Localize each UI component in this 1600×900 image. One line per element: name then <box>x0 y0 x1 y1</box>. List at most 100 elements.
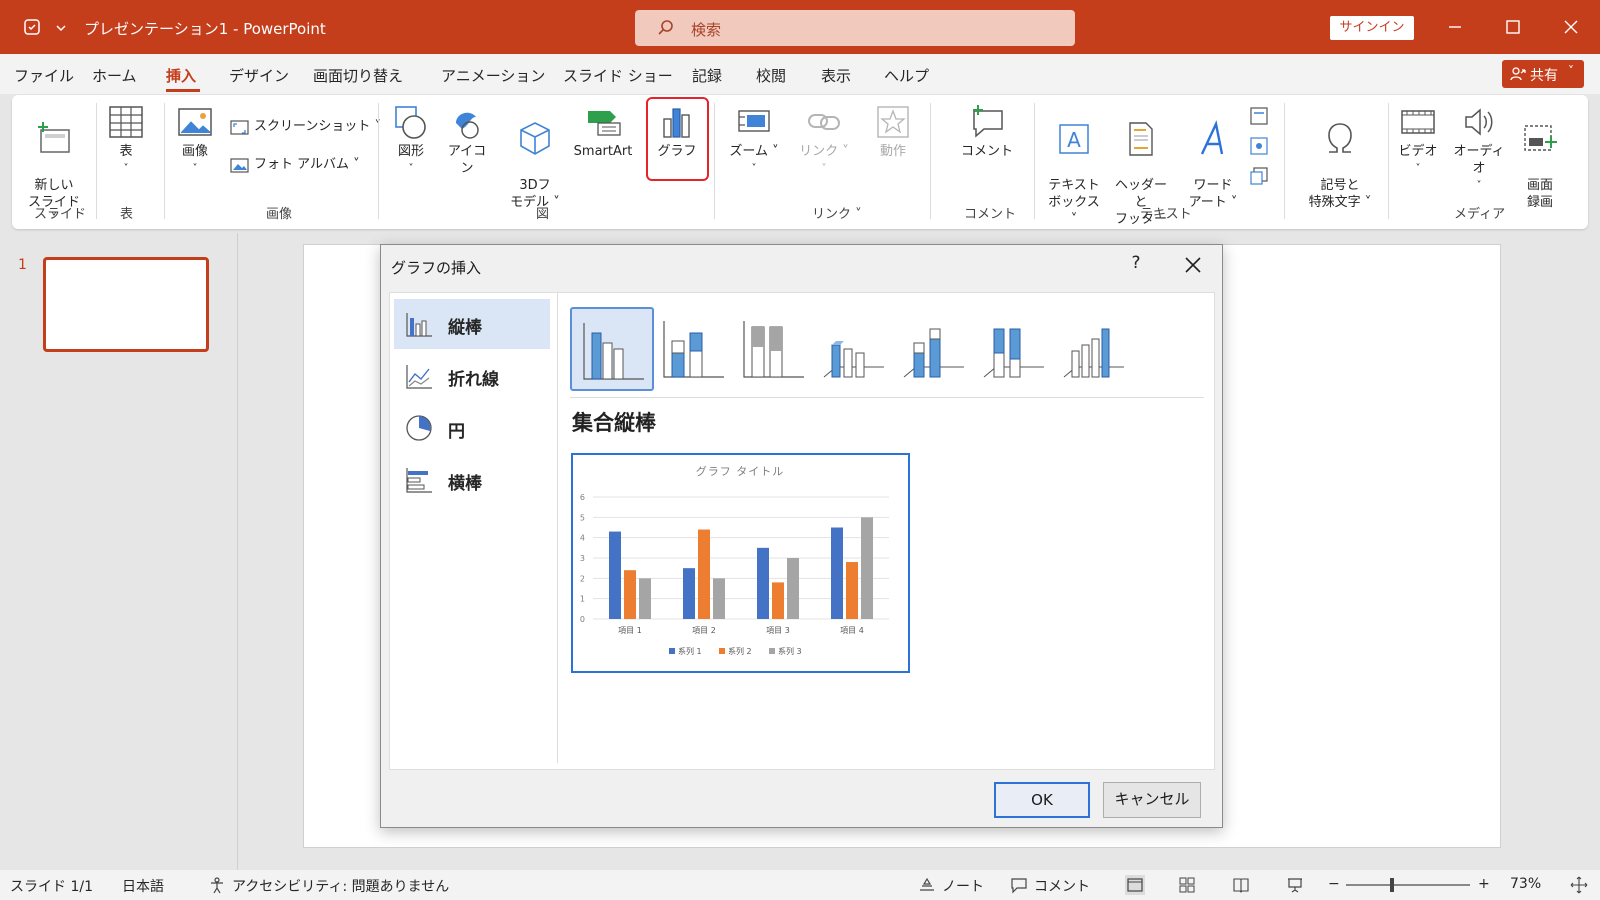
link-icon <box>808 114 840 130</box>
autosave-icon[interactable] <box>22 17 42 37</box>
tab-design[interactable]: デザイン <box>229 65 289 86</box>
fit-to-window-icon[interactable] <box>1570 876 1588 894</box>
zoom-button[interactable]: ズーム ˅ ˅ <box>724 103 784 177</box>
video-icon <box>1401 110 1435 134</box>
screen-recording-icon <box>1524 125 1557 151</box>
3d-models-button[interactable]: 3Dフ モデル ˅ <box>508 103 562 211</box>
close-window-icon[interactable] <box>1558 14 1584 40</box>
table-button[interactable]: 表 ˅ <box>104 103 148 177</box>
x-tick-label: 項目 2 <box>692 626 716 635</box>
line-chart-icon <box>406 365 432 389</box>
tab-record[interactable]: 記録 <box>692 65 722 86</box>
shapes-chevron-icon: ˅ <box>408 163 414 174</box>
category-column[interactable]: 縦棒 <box>394 299 550 349</box>
bar <box>787 558 799 619</box>
category-pie[interactable]: 円 <box>394 403 550 453</box>
photo-album-label: フォト アルバム ˅ <box>254 157 360 172</box>
signin-button[interactable]: サインイン <box>1330 16 1414 40</box>
tab-transitions[interactable]: 画面切り替え <box>313 65 403 86</box>
subtype-clustered-column[interactable] <box>570 307 654 391</box>
video-button[interactable]: ビデオ ˅ <box>1396 103 1440 177</box>
subtype-100-stacked-column[interactable] <box>732 307 816 391</box>
subtype-3d-clustered-column[interactable] <box>812 307 896 391</box>
subtype-stacked-column[interactable] <box>652 307 736 391</box>
date-time-icon[interactable] <box>1248 105 1270 127</box>
slide-indicator: スライド 1/1 <box>10 879 93 895</box>
chart-subtype-strip <box>570 293 1204 398</box>
accessibility-status[interactable]: アクセシビリティ: 問題ありません <box>232 876 449 896</box>
tab-review[interactable]: 校閲 <box>756 65 786 86</box>
link-button[interactable]: リンク ˅ ˅ <box>798 103 850 177</box>
smartart-button[interactable]: SmartArt <box>568 103 638 160</box>
screenshot-button[interactable]: スクリーンショット ˅ <box>230 115 381 136</box>
photo-album-button[interactable]: フォト アルバム ˅ <box>230 153 360 174</box>
smartart-label: SmartArt <box>573 144 633 159</box>
group-label-illustrations: 図 <box>536 207 550 222</box>
action-button[interactable]: 動作 <box>870 103 916 160</box>
slide-number-icon[interactable] <box>1248 135 1270 157</box>
screen-recording-button[interactable]: 画面 録画 <box>1518 103 1562 211</box>
search-box[interactable]: 検索 <box>635 10 1075 46</box>
shapes-button[interactable]: 図形 ˅ <box>390 103 432 177</box>
tab-view[interactable]: 表示 <box>821 65 851 86</box>
help-button[interactable]: ? <box>1126 253 1146 273</box>
slide-thumbnail[interactable] <box>43 257 209 352</box>
images-button[interactable]: 画像 ˅ <box>172 103 218 177</box>
share-icon <box>1510 67 1526 81</box>
tab-file[interactable]: ファイル <box>14 65 74 86</box>
comments-icon[interactable] <box>1010 876 1028 894</box>
group-separator <box>164 103 165 219</box>
icons-button[interactable]: アイコン <box>442 103 492 177</box>
zoom-in-button[interactable]: + <box>1478 876 1490 892</box>
photo-album-icon <box>230 157 249 173</box>
action-icon <box>877 106 909 138</box>
close-icon[interactable] <box>1181 253 1205 277</box>
subtype-3d-column[interactable] <box>1052 307 1136 391</box>
symbols-button[interactable]: 記号と 特殊文字 ˅ <box>1298 103 1382 211</box>
chart-title: グラフ タイトル <box>696 464 785 478</box>
notes-icon[interactable] <box>918 876 936 894</box>
y-tick-label: 4 <box>580 534 585 543</box>
subtype-3d-stacked-column[interactable] <box>892 307 976 391</box>
zoom-slider-thumb[interactable] <box>1390 878 1394 892</box>
normal-view-icon[interactable] <box>1124 874 1146 896</box>
subtype-3d-100-stacked-column[interactable] <box>972 307 1056 391</box>
icons-icon <box>456 112 479 139</box>
tab-help[interactable]: ヘルプ <box>884 65 929 86</box>
bar <box>772 582 784 619</box>
bar <box>624 570 636 619</box>
link-label: リンク ˅ <box>799 144 849 159</box>
zoom-level[interactable]: 73% <box>1510 876 1541 892</box>
share-button[interactable]: 共有 ˅ <box>1502 60 1584 88</box>
object-icon[interactable] <box>1248 165 1270 187</box>
cancel-button[interactable]: キャンセル <box>1103 782 1201 818</box>
minimize-icon[interactable] <box>1442 14 1468 40</box>
comments-button[interactable]: コメント <box>1034 876 1090 896</box>
icons-label: アイコン <box>447 144 487 176</box>
maximize-icon[interactable] <box>1500 14 1526 40</box>
comment-button[interactable]: コメント <box>954 103 1020 160</box>
wordart-button[interactable]: ワード アート ˅ <box>1186 103 1240 211</box>
textbox-button[interactable]: A テキスト ボックス ˅ <box>1044 103 1104 228</box>
ok-button[interactable]: OK <box>994 782 1090 818</box>
audio-button[interactable]: オーディオ ˅ <box>1448 103 1510 194</box>
tab-slideshow[interactable]: スライド ショー <box>563 65 673 86</box>
notes-button[interactable]: ノート <box>942 876 984 896</box>
quick-access-chevron-icon[interactable] <box>54 17 68 37</box>
accessibility-icon[interactable] <box>208 876 226 894</box>
tab-insert[interactable]: 挿入 <box>166 65 196 86</box>
zoom-out-button[interactable]: − <box>1328 876 1340 892</box>
group-separator <box>96 103 97 219</box>
cube-icon <box>520 122 550 155</box>
wordart-icon <box>1200 120 1224 155</box>
tab-animations[interactable]: アニメーション <box>441 65 545 86</box>
category-bar[interactable]: 横棒 <box>394 455 550 505</box>
title-bar: プレゼンテーション1 - PowerPoint 検索 サインイン <box>0 0 1600 54</box>
reading-view-icon[interactable] <box>1232 876 1250 894</box>
slideshow-icon[interactable] <box>1286 876 1304 894</box>
tab-home[interactable]: ホーム <box>92 65 137 86</box>
slide-sorter-icon[interactable] <box>1178 876 1196 894</box>
zoom-slider[interactable] <box>1346 884 1470 886</box>
category-line[interactable]: 折れ線 <box>394 351 550 401</box>
language-indicator[interactable]: 日本語 <box>122 876 164 896</box>
